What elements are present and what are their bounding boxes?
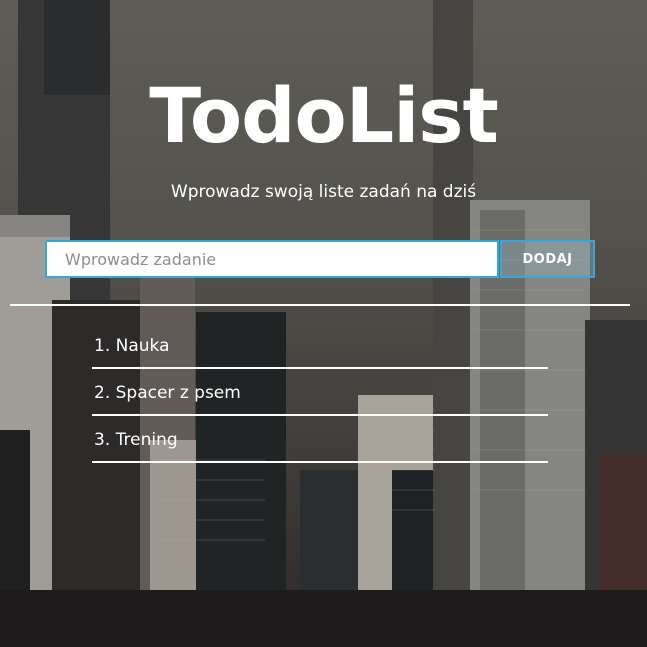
task-input[interactable]: [45, 240, 499, 278]
page-title: TodoList: [149, 71, 499, 160]
list-item[interactable]: 2. Spacer z psem: [92, 369, 548, 416]
divider: [10, 304, 630, 306]
task-label: 1. Nauka: [94, 336, 170, 356]
task-list: 1. Nauka 2. Spacer z psem 3. Trening: [92, 322, 548, 463]
add-task-button[interactable]: DODAJ: [500, 240, 595, 278]
list-item[interactable]: 3. Trening: [92, 416, 548, 463]
task-label: 3. Trening: [94, 430, 178, 450]
task-label: 2. Spacer z psem: [94, 383, 241, 403]
add-task-form: DODAJ: [45, 240, 595, 278]
page-subtitle: Wprowadz swoją liste zadań na dziś: [170, 182, 477, 202]
list-item[interactable]: 1. Nauka: [92, 322, 548, 369]
